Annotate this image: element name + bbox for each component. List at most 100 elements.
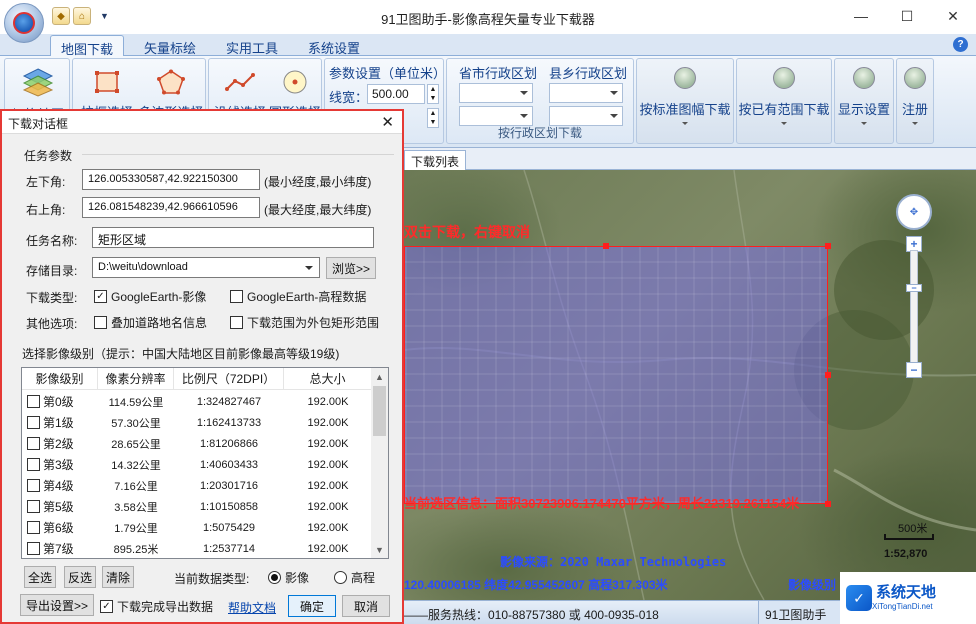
ok-button[interactable]: 确定 bbox=[288, 595, 336, 617]
checkbox-icon[interactable] bbox=[27, 416, 40, 429]
help-icon[interactable]: ? bbox=[953, 37, 968, 52]
param-spinner-2[interactable]: ▲ ▼ bbox=[427, 108, 439, 128]
selection-handle[interactable] bbox=[825, 372, 831, 378]
table-row[interactable]: 第3级 14.32公里 1:40603433 192.00K bbox=[22, 454, 372, 475]
scale-cell: 1:324827467 bbox=[196, 395, 262, 408]
scale-cell: 1:162413733 bbox=[196, 416, 262, 429]
scroll-up-icon[interactable]: ▲ bbox=[371, 368, 388, 385]
checkbox-icon[interactable] bbox=[27, 542, 40, 555]
county-select[interactable] bbox=[459, 106, 533, 126]
zoom-slider[interactable] bbox=[910, 250, 918, 368]
level-cell: 第4级 bbox=[22, 477, 98, 494]
checkbox-icon[interactable] bbox=[27, 521, 40, 534]
table-row[interactable]: 第2级 28.65公里 1:81206866 192.00K bbox=[22, 433, 372, 454]
service-hotline: ——服务热线：010-88757380 或 400-0935-018 bbox=[404, 608, 659, 622]
scrollbar-thumb[interactable] bbox=[373, 386, 386, 436]
scroll-down-icon[interactable]: ▼ bbox=[371, 541, 388, 558]
level-table-scrollbar[interactable]: ▲ ▼ bbox=[371, 368, 388, 558]
size-cell: 192.00K bbox=[307, 458, 349, 471]
level-cell: 第2级 bbox=[22, 435, 98, 452]
data-type-elevation-radio[interactable]: 高程 bbox=[334, 569, 375, 586]
lower-left-label: 左下角: bbox=[26, 175, 66, 189]
resolution-cell: 28.65公里 bbox=[111, 438, 161, 451]
tab-vector-plot[interactable]: 矢量标绘 bbox=[134, 35, 206, 57]
checkbox-icon[interactable] bbox=[27, 500, 40, 513]
checkbox-icon bbox=[94, 316, 107, 329]
browse-button[interactable]: 浏览>> bbox=[326, 257, 376, 279]
table-row[interactable]: 第4级 7.16公里 1:20301716 192.00K bbox=[22, 475, 372, 496]
col-size[interactable]: 总大小 bbox=[284, 368, 372, 389]
map-hint-text: 双击下载，右键取消 bbox=[404, 224, 530, 240]
overlay-roads-checkbox[interactable]: 叠加道路地名信息 bbox=[94, 314, 207, 331]
dialog-close-icon[interactable]: ✕ bbox=[381, 113, 394, 131]
selection-handle[interactable] bbox=[825, 243, 831, 249]
checkbox-icon[interactable] bbox=[27, 395, 40, 408]
level-label: 第5级 bbox=[43, 500, 74, 514]
lower-left-hint: (最小经度,最小纬度) bbox=[264, 175, 372, 189]
province-select[interactable] bbox=[459, 83, 533, 103]
export-settings-button[interactable]: 导出设置>> bbox=[20, 594, 94, 616]
zoom-out-icon[interactable]: − bbox=[906, 362, 922, 378]
level-label: 第4级 bbox=[43, 479, 74, 493]
display-settings-button[interactable]: 显示设置 bbox=[834, 58, 894, 144]
std-sheet-download-button[interactable]: 按标准图幅下载 bbox=[636, 58, 734, 144]
watermark-logo: ✓ 系统天地 XiTongTianDi.net bbox=[840, 572, 976, 624]
invert-selection-button[interactable]: 反选 bbox=[64, 566, 96, 588]
checkbox-icon: ✓ bbox=[94, 290, 107, 303]
maximize-button[interactable]: ☐ bbox=[884, 0, 930, 32]
clear-selection-button[interactable]: 清除 bbox=[102, 566, 134, 588]
select-all-button[interactable]: 全选 bbox=[24, 566, 56, 588]
minimize-button[interactable]: — bbox=[838, 0, 884, 32]
export-after-download-checkbox[interactable]: ✓ 下载完成导出数据 bbox=[100, 598, 213, 615]
existing-range-download-button[interactable]: 按已有范围下载 bbox=[736, 58, 832, 144]
dialog-title-bar: 下载对话框 ✕ bbox=[2, 111, 402, 134]
checkbox-icon[interactable] bbox=[27, 479, 40, 492]
col-resolution[interactable]: 像素分辨率 bbox=[98, 368, 174, 389]
task-name-input[interactable]: 矩形区域 bbox=[92, 227, 374, 248]
type-ge-image-checkbox[interactable]: ✓ GoogleEarth-影像 bbox=[94, 288, 206, 305]
checkbox-icon[interactable] bbox=[27, 437, 40, 450]
tab-utilities[interactable]: 实用工具 bbox=[216, 35, 288, 57]
table-row[interactable]: 第0级 114.59公里 1:324827467 192.00K bbox=[22, 391, 372, 412]
col-scale[interactable]: 比例尺（72DPI） bbox=[174, 368, 284, 389]
selection-handle[interactable] bbox=[603, 243, 609, 249]
export-after-label: 下载完成导出数据 bbox=[117, 600, 214, 614]
col-level[interactable]: 影像级别 bbox=[22, 368, 98, 389]
city-select[interactable] bbox=[549, 83, 623, 103]
selection-rectangle[interactable] bbox=[404, 243, 831, 507]
lower-left-input[interactable]: 126.005330587,42.922150300 bbox=[82, 169, 260, 190]
table-row[interactable]: 第1级 57.30公里 1:162413733 192.00K bbox=[22, 412, 372, 433]
close-button[interactable]: ✕ bbox=[930, 0, 976, 32]
chevron-down-icon bbox=[861, 122, 867, 125]
save-dir-label: 存储目录: bbox=[26, 264, 78, 278]
checkbox-icon bbox=[230, 290, 243, 303]
app-menu-button[interactable] bbox=[4, 3, 44, 43]
line-width-input[interactable]: 500.00 bbox=[367, 84, 425, 104]
help-doc-link[interactable]: 帮助文档 bbox=[228, 599, 276, 616]
data-type-image-radio[interactable]: 影像 bbox=[268, 569, 309, 586]
checkbox-icon[interactable] bbox=[27, 458, 40, 471]
tab-map-download[interactable]: 地图下载 bbox=[50, 35, 125, 57]
save-dir-select[interactable]: D:\weitu\download bbox=[92, 257, 320, 278]
chevron-down-icon bbox=[682, 122, 688, 125]
tab-download-list[interactable]: 下载列表 bbox=[404, 150, 467, 172]
town-select[interactable] bbox=[549, 106, 623, 126]
outer-rect-checkbox[interactable]: 下载范围为外包矩形范围 bbox=[230, 314, 379, 331]
register-button[interactable]: 注册 bbox=[896, 58, 934, 144]
zoom-slider-handle[interactable]: − bbox=[906, 283, 922, 293]
brand-sub: XiTongTianDi.net bbox=[872, 601, 933, 611]
map-view[interactable]: 双击下载，右键取消 当前选区信息：面积30723906.174470平方米，周长… bbox=[404, 170, 976, 600]
table-row[interactable]: 第5级 3.58公里 1:10150858 192.00K bbox=[22, 496, 372, 517]
scale-cell: 1:10150858 bbox=[199, 500, 259, 513]
pan-control-icon[interactable]: ✥ bbox=[896, 194, 932, 230]
selection-handle[interactable] bbox=[825, 501, 831, 507]
upper-right-input[interactable]: 126.081548239,42.966610596 bbox=[82, 197, 260, 218]
tab-system-settings[interactable]: 系统设置 bbox=[298, 35, 370, 57]
line-width-spinner[interactable]: ▲ ▼ bbox=[427, 84, 439, 104]
cancel-button[interactable]: 取消 bbox=[342, 595, 390, 617]
type-ge-elevation-checkbox[interactable]: GoogleEarth-高程数据 bbox=[230, 288, 366, 305]
logo-icon: ✓ bbox=[846, 585, 872, 611]
table-row[interactable]: 第6级 1.79公里 1:5075429 192.00K bbox=[22, 517, 372, 538]
table-row[interactable]: 第7级 895.25米 1:2537714 192.00K bbox=[22, 538, 372, 558]
save-dir-value: D:\weitu\download bbox=[98, 261, 188, 273]
